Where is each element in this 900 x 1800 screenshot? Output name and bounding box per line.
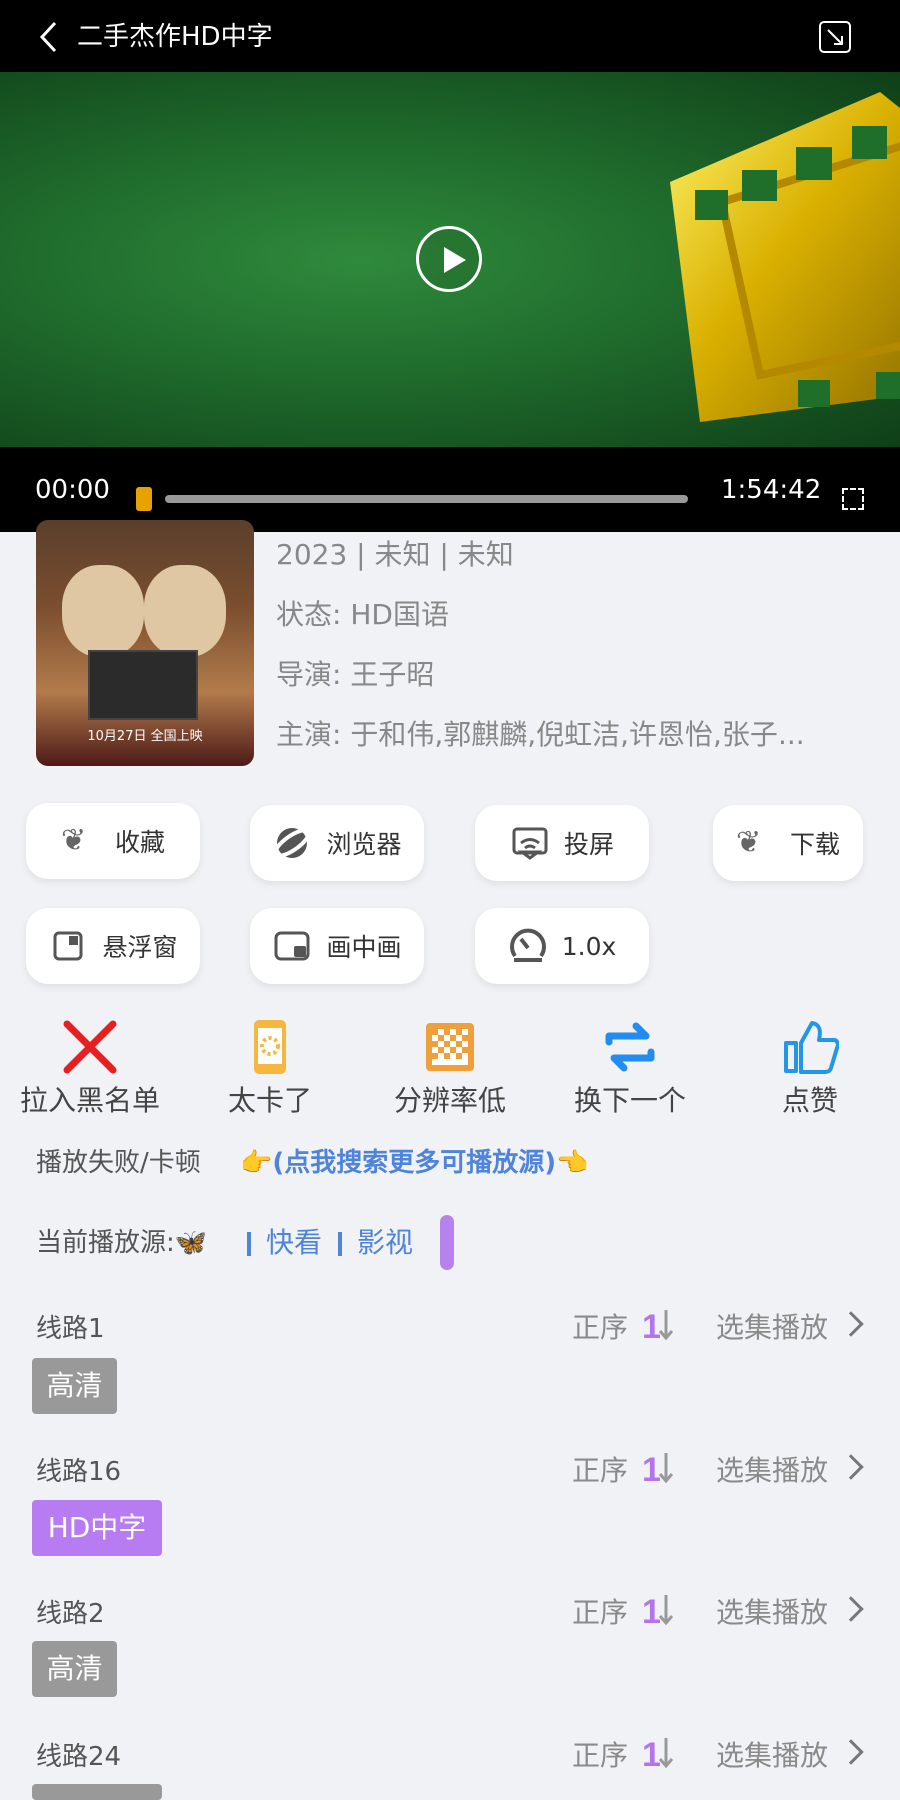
video-player[interactable] (0, 72, 900, 447)
svg-text:1: 1 (642, 1736, 661, 1772)
planet-icon (273, 828, 312, 858)
video-title: 二手杰作HD中字 (77, 22, 273, 52)
movie-status: 状态: HD国语 (276, 598, 449, 631)
route-name: 线路2 (36, 1599, 105, 1629)
actor-illustration (62, 565, 144, 657)
sort-order-icon[interactable]: 1 (640, 1306, 674, 1344)
favorite-button[interactable]: ❦ 收藏 (26, 803, 200, 879)
quality-tag[interactable] (32, 1784, 162, 1800)
floating-window-button[interactable]: 悬浮窗 (26, 908, 200, 984)
fullscreen-icon[interactable] (842, 488, 864, 510)
progress-bar[interactable] (165, 495, 688, 503)
quality-tag[interactable]: 高清 (32, 1358, 117, 1414)
sort-order-label[interactable]: 正序 (572, 1734, 628, 1774)
quality-tag[interactable]: 高清 (32, 1641, 117, 1697)
poster-release-date: 10月27日 全国上映 (87, 729, 203, 744)
swap-arrows-icon (605, 1022, 655, 1072)
low-resolution-button[interactable]: 分辨率低 (370, 1018, 530, 1119)
cast-screen-button[interactable]: 投屏 (475, 805, 649, 881)
chevron-right-icon[interactable] (838, 1739, 864, 1765)
red-x-icon (63, 1020, 117, 1074)
back-arrow-icon[interactable] (34, 20, 64, 54)
sort-order-icon[interactable]: 1 (640, 1734, 674, 1772)
route-name: 线路1 (36, 1314, 105, 1344)
screen-cast-icon (512, 827, 548, 860)
browser-button[interactable]: 浏览器 (250, 805, 424, 881)
chevron-right-icon[interactable] (838, 1596, 864, 1622)
playback-failure-text: 播放失败/卡顿 (36, 1148, 201, 1178)
floating-window-label: 悬浮窗 (102, 933, 178, 962)
playback-speed-button[interactable]: 1.0x (475, 908, 649, 984)
sort-order-icon[interactable]: 1 (640, 1449, 674, 1487)
floating-window-icon (53, 931, 83, 961)
current-time: 00:00 (35, 475, 110, 505)
chevron-right-icon[interactable] (838, 1454, 864, 1480)
too-laggy-button[interactable]: 太卡了 (190, 1018, 350, 1119)
svg-text:1: 1 (642, 1593, 661, 1629)
search-more-sources-link[interactable]: 👉(点我搜索更多可播放源)👈 (240, 1143, 589, 1183)
speed-gauge-icon (509, 928, 546, 962)
source-primary-link[interactable]: 快看 (266, 1222, 322, 1264)
playback-speed-label: 1.0x (561, 931, 617, 961)
minimize-icon[interactable] (818, 20, 852, 54)
blacklist-label: 拉入黑名单 (19, 1084, 160, 1117)
loading-phone-icon (254, 1020, 286, 1074)
sort-order-label[interactable]: 正序 (572, 1591, 628, 1631)
select-episode-label[interactable]: 选集播放 (716, 1734, 828, 1774)
feedback-actions: 拉入黑名单 太卡了 分辨率低 换下一个 点赞 (0, 1018, 900, 1123)
source-separator (247, 1232, 251, 1256)
current-source-label: 当前播放源:🦋 (36, 1228, 208, 1258)
sort-order-label[interactable]: 正序 (572, 1449, 628, 1489)
quality-tag[interactable]: HD中字 (32, 1500, 162, 1556)
movie-cast: 主演: 于和伟,郭麒麟,倪虹洁,许恩怡,张子... (276, 718, 805, 751)
blacklist-button[interactable]: 拉入黑名单 (10, 1018, 170, 1119)
picture-in-picture-label: 画中画 (326, 933, 402, 962)
select-episode-label[interactable]: 选集播放 (716, 1449, 828, 1489)
next-source-button[interactable]: 换下一个 (550, 1018, 710, 1119)
thumbs-up-icon (784, 1021, 839, 1074)
like-button[interactable]: 点赞 (730, 1018, 890, 1119)
chevron-right-icon[interactable] (838, 1311, 864, 1337)
film-reel-icon (670, 92, 900, 422)
like-label: 点赞 (781, 1084, 838, 1117)
route-name: 线路16 (36, 1457, 122, 1487)
picture-in-picture-icon (274, 931, 310, 961)
total-time: 1:54:42 (721, 475, 822, 505)
book-illustration (88, 650, 198, 720)
movie-director: 导演: 王子昭 (276, 658, 435, 691)
sort-order-icon[interactable]: 1 (640, 1591, 674, 1629)
svg-text:1: 1 (642, 1308, 661, 1344)
movie-poster: 10月27日 全国上映 (36, 520, 254, 766)
cast-screen-label: 投屏 (563, 830, 614, 859)
source-separator (338, 1232, 342, 1256)
pixel-grid-icon (426, 1023, 474, 1071)
actor-illustration (144, 565, 226, 657)
lock-icon[interactable] (136, 487, 152, 511)
picture-in-picture-button[interactable]: 画中画 (250, 908, 424, 984)
wing-icon: ❦ (735, 825, 762, 860)
download-button[interactable]: ❦ 下载 (713, 805, 863, 881)
favorite-label: 收藏 (114, 828, 165, 857)
select-episode-label[interactable]: 选集播放 (716, 1591, 828, 1631)
source-secondary-link[interactable]: 影视 (357, 1222, 413, 1264)
download-label: 下载 (789, 830, 840, 859)
select-episode-label[interactable]: 选集播放 (716, 1306, 828, 1346)
play-button[interactable] (416, 226, 482, 292)
browser-label: 浏览器 (326, 830, 402, 859)
too-laggy-label: 太卡了 (227, 1084, 312, 1117)
low-resolution-label: 分辨率低 (393, 1084, 506, 1117)
next-source-label: 换下一个 (573, 1084, 686, 1117)
svg-text:1: 1 (642, 1451, 661, 1487)
route-name: 线路24 (36, 1742, 122, 1772)
movie-year-region-type: 2023 | 未知 | 未知 (276, 538, 514, 571)
source-indicator (440, 1215, 454, 1270)
sort-order-label[interactable]: 正序 (572, 1306, 628, 1346)
wing-icon: ❦ (60, 823, 87, 858)
top-navigation-bar: 二手杰作HD中字 (0, 0, 900, 72)
